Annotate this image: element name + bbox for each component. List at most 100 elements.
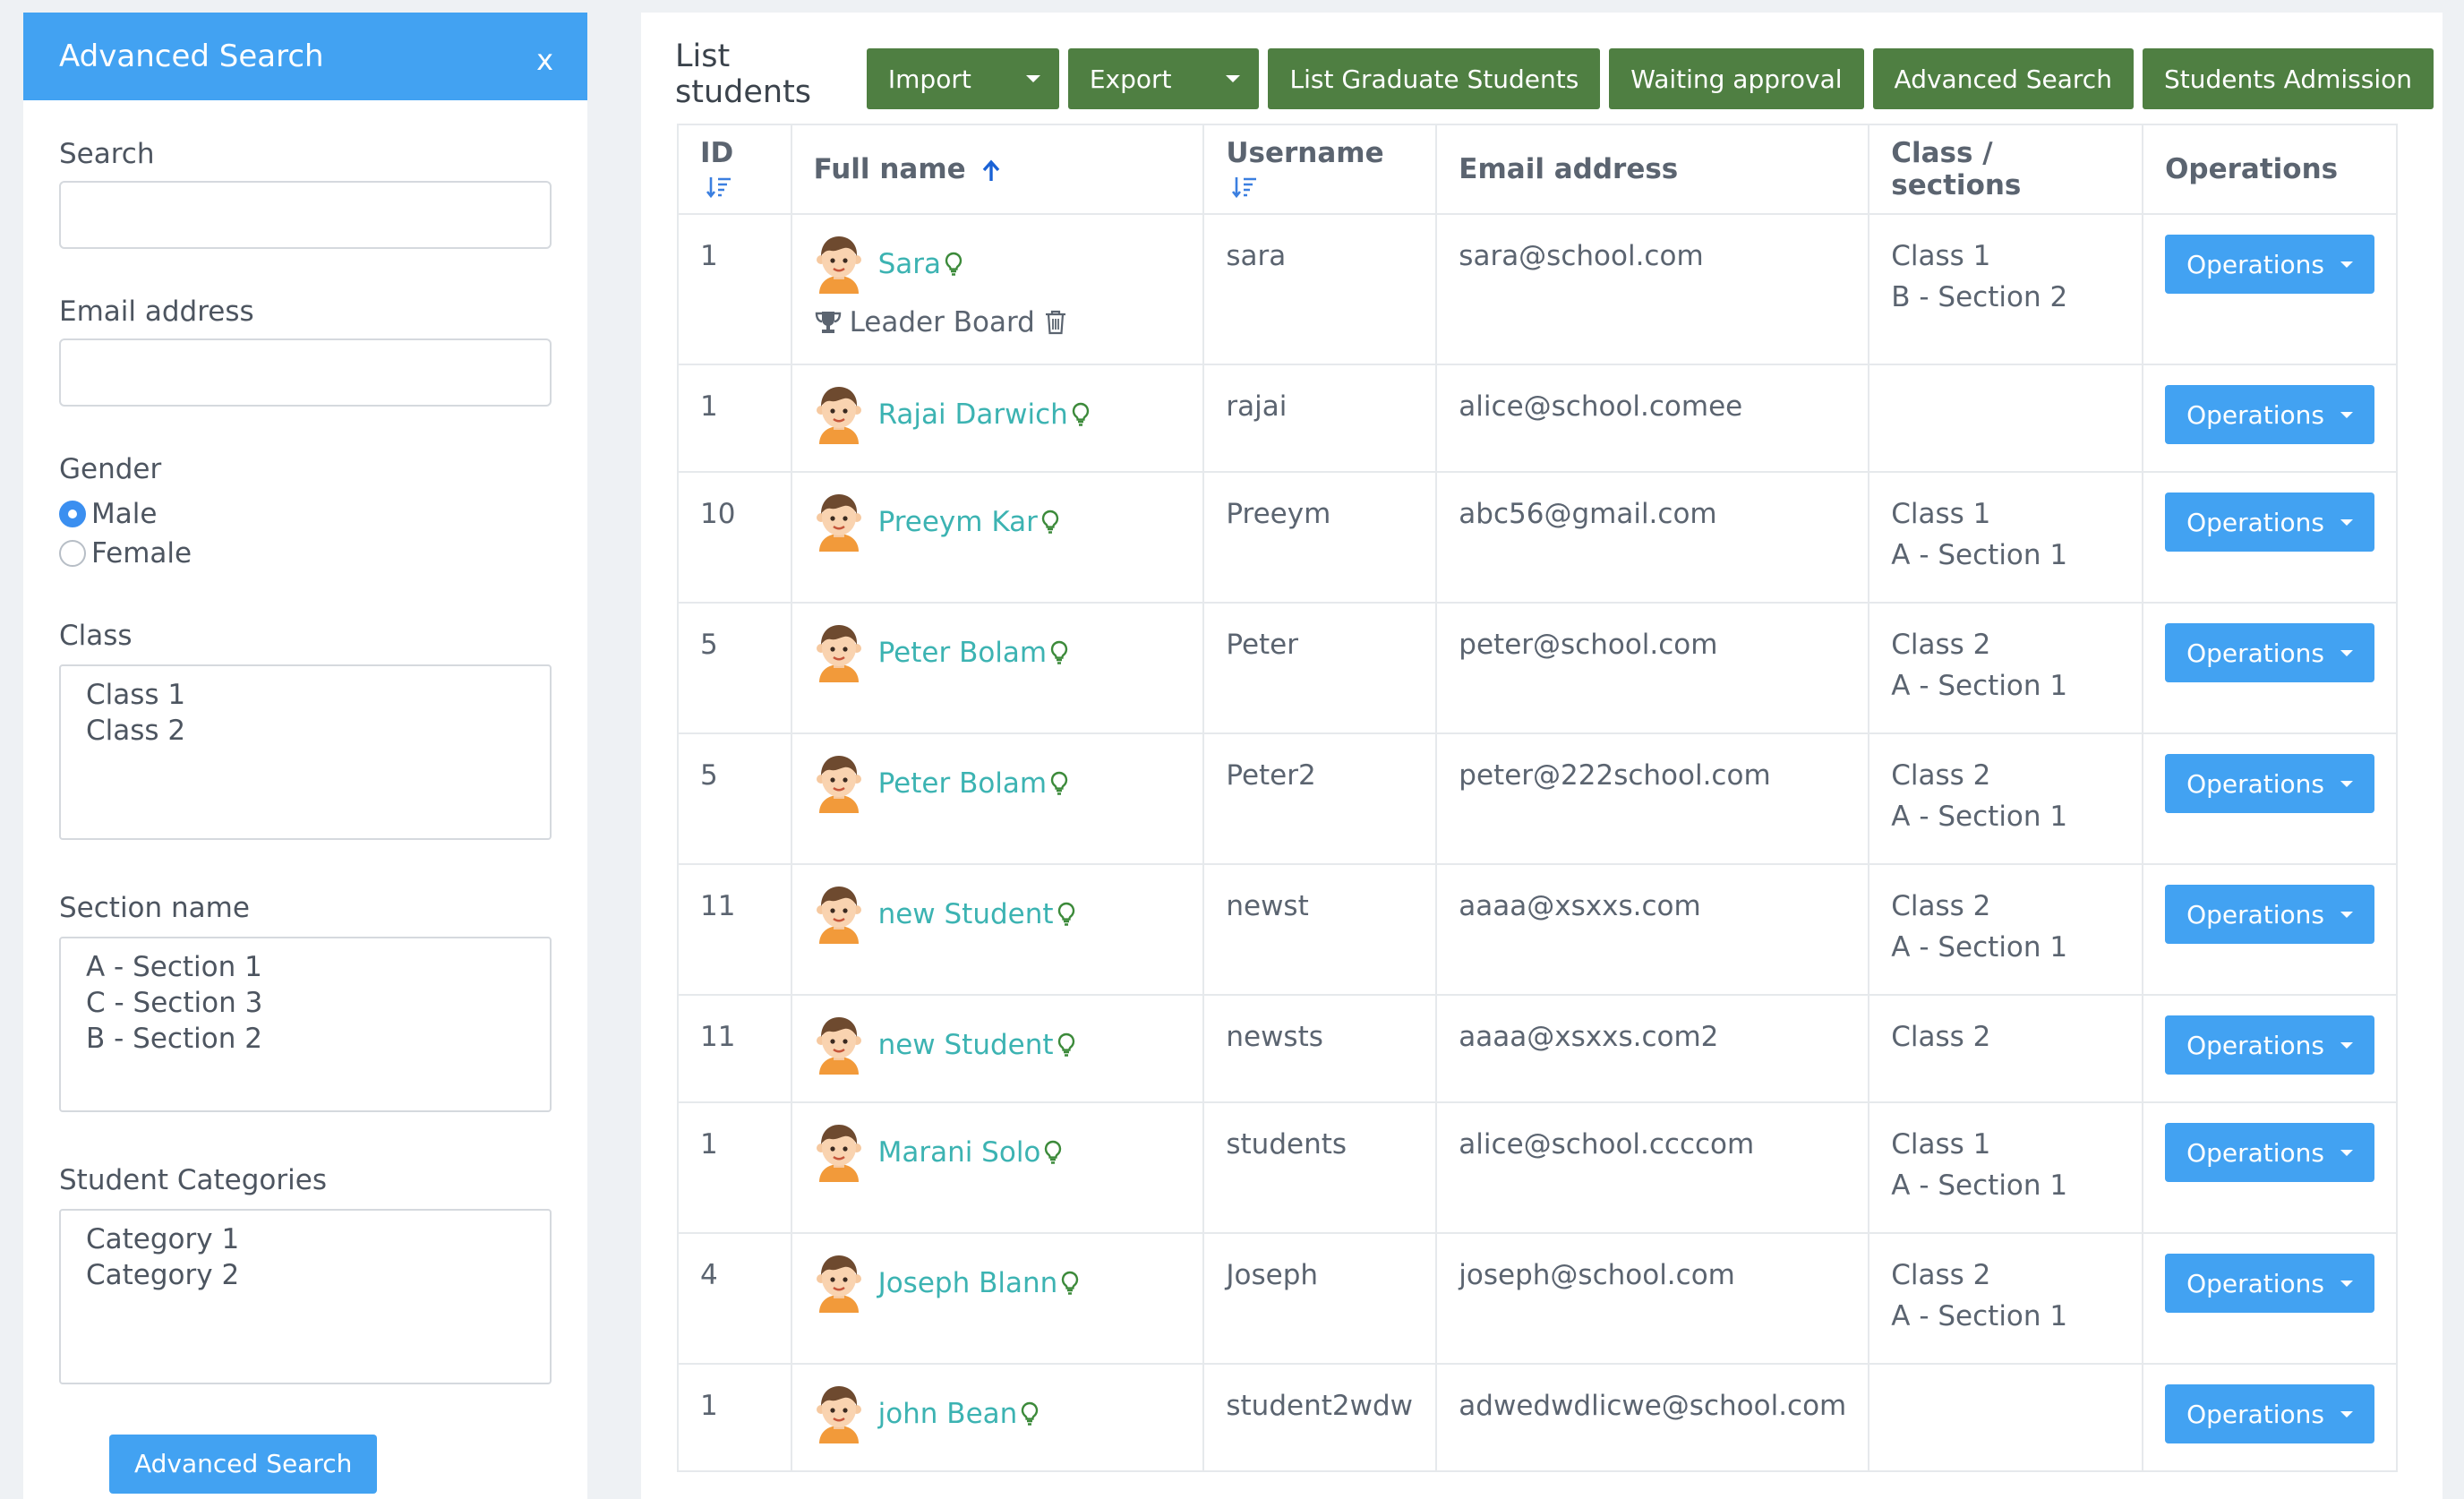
lightbulb-icon[interactable] (1057, 1032, 1075, 1058)
student-name-link[interactable]: Joseph Blann (878, 1267, 1058, 1299)
class-option[interactable]: Class 1 (86, 677, 525, 713)
category-option[interactable]: Category 2 (86, 1257, 525, 1293)
gender-male-option[interactable]: Male (59, 498, 552, 530)
student-name-link[interactable]: Sara (878, 248, 941, 280)
student-name-link[interactable]: Rajai Darwich (878, 398, 1068, 431)
trash-icon[interactable] (1044, 309, 1067, 336)
lightbulb-icon[interactable] (1050, 640, 1068, 665)
cell-username: student2wdw (1202, 1363, 1438, 1472)
cell-email: alice@school.ccccom (1435, 1101, 1870, 1234)
avatar-icon (816, 236, 861, 294)
search-label: Search (59, 138, 155, 170)
students-admission-button[interactable]: Students Admission (2142, 48, 2434, 109)
operations-label: Operations (2186, 1268, 2324, 1298)
student-name-link[interactable]: new Student (878, 1029, 1054, 1061)
lightbulb-icon[interactable] (1021, 1401, 1039, 1426)
category-option[interactable]: Category 1 (86, 1221, 525, 1257)
sidebar-form: Search Email address Gender Male Female … (23, 100, 587, 1494)
cell-username: Peter (1202, 602, 1438, 734)
class-listbox[interactable]: Class 1 Class 2 (59, 664, 552, 840)
table-row: 1 Marani Solo students alice@school.ccccom C… (677, 1101, 2398, 1234)
sort-icon[interactable] (706, 176, 732, 199)
class-text: Class 2 (1891, 629, 1991, 661)
operations-button[interactable]: Operations (2165, 235, 2374, 294)
advanced-search-submit-button[interactable]: Advanced Search (109, 1435, 378, 1494)
lightbulb-icon[interactable] (1041, 510, 1059, 535)
student-name-link[interactable]: Peter Bolam (878, 637, 1048, 669)
student-name-link[interactable]: Peter Bolam (878, 767, 1048, 800)
export-button[interactable]: Export (1067, 48, 1260, 109)
class-text: Class 2 (1891, 759, 1991, 792)
category-listbox[interactable]: Category 1 Category 2 (59, 1209, 552, 1384)
radio-female[interactable] (59, 540, 86, 567)
caret-down-icon (2340, 518, 2353, 526)
column-header-id[interactable]: ID (677, 124, 792, 215)
column-name-label: Full name (813, 153, 966, 185)
leader-board-label: Leader Board (849, 306, 1035, 338)
sort-up-arrow-icon[interactable] (980, 158, 1002, 183)
lightbulb-icon[interactable] (1072, 402, 1090, 427)
section-option[interactable]: A - Section 1 (86, 949, 525, 985)
operations-label: Operations (2186, 1399, 2324, 1429)
email-field[interactable] (59, 338, 552, 407)
class-label: Class (59, 620, 133, 652)
operations-button[interactable]: Operations (2165, 385, 2374, 444)
operations-label: Operations (2186, 1030, 2324, 1060)
operations-button[interactable]: Operations (2165, 1254, 2374, 1313)
section-option[interactable]: B - Section 2 (86, 1021, 525, 1057)
column-header-username[interactable]: Username (1202, 124, 1438, 215)
search-input[interactable] (59, 181, 552, 249)
cell-class: Class 1 A - Section 1 (1868, 471, 2144, 604)
export-dropdown-toggle[interactable] (1207, 48, 1259, 109)
lightbulb-icon[interactable] (1061, 1271, 1079, 1296)
advanced-search-button[interactable]: Advanced Search (1872, 48, 2134, 109)
operations-button[interactable]: Operations (2165, 754, 2374, 813)
cell-fullname: Peter Bolam (790, 602, 1205, 734)
cell-email: abc56@gmail.com (1435, 471, 1870, 604)
operations-label: Operations (2186, 399, 2324, 430)
operations-button[interactable]: Operations (2165, 1123, 2374, 1182)
student-name-link[interactable]: Marani Solo (878, 1136, 1041, 1169)
operations-button[interactable]: Operations (2165, 493, 2374, 552)
toolbar: List students Import Export List Graduat… (675, 39, 2443, 110)
student-name-link[interactable]: new Student (878, 898, 1054, 930)
section-listbox[interactable]: A - Section 1 C - Section 3 B - Section … (59, 937, 552, 1112)
radio-male[interactable] (59, 501, 86, 527)
cell-id: 11 (677, 994, 792, 1103)
sort-icon[interactable] (1231, 176, 1258, 199)
class-option[interactable]: Class 2 (86, 713, 525, 749)
student-name-link[interactable]: john Bean (878, 1398, 1018, 1430)
caret-down-icon (1025, 75, 1040, 82)
email-label: Email address (59, 296, 254, 328)
lightbulb-icon[interactable] (1050, 771, 1068, 796)
caret-down-icon (2340, 1149, 2353, 1156)
cell-username: students (1202, 1101, 1438, 1234)
close-icon[interactable]: x (536, 46, 553, 74)
student-name-link[interactable]: Preeym Kar (878, 506, 1038, 538)
sidebar-title: Advanced Search (59, 39, 324, 74)
cell-fullname: new Student (790, 994, 1205, 1103)
import-button[interactable]: Import (866, 48, 1059, 109)
column-header-fullname[interactable]: Full name (790, 124, 1205, 215)
waiting-approval-button[interactable]: Waiting approval (1609, 48, 1864, 109)
column-header-email: Email address (1435, 124, 1870, 215)
operations-button[interactable]: Operations (2165, 623, 2374, 682)
operations-button[interactable]: Operations (2165, 1015, 2374, 1075)
lightbulb-icon[interactable] (1057, 902, 1075, 927)
student-name-block: new Student (814, 1015, 1182, 1075)
students-table-body: 1 Sara Leader Board sara sara@school.com Clas… (677, 213, 2398, 1472)
lightbulb-icon[interactable] (945, 252, 962, 277)
table-row: 10 Preeym Kar Preeym abc56@gmail.com Class 1… (677, 471, 2398, 604)
leader-board[interactable]: Leader Board (814, 306, 1182, 338)
table-header-row: ID Full name Username Email address Clas… (677, 124, 2398, 215)
caret-down-icon (2340, 780, 2353, 787)
lightbulb-icon[interactable] (1044, 1140, 1062, 1165)
list-graduate-students-button[interactable]: List Graduate Students (1268, 48, 1601, 109)
caret-down-icon (2340, 911, 2353, 918)
import-dropdown-toggle[interactable] (1007, 48, 1059, 109)
operations-button[interactable]: Operations (2165, 885, 2374, 944)
gender-female-option[interactable]: Female (59, 537, 552, 570)
operations-button[interactable]: Operations (2165, 1384, 2374, 1443)
column-header-operations: Operations (2142, 124, 2398, 215)
section-option[interactable]: C - Section 3 (86, 985, 525, 1021)
